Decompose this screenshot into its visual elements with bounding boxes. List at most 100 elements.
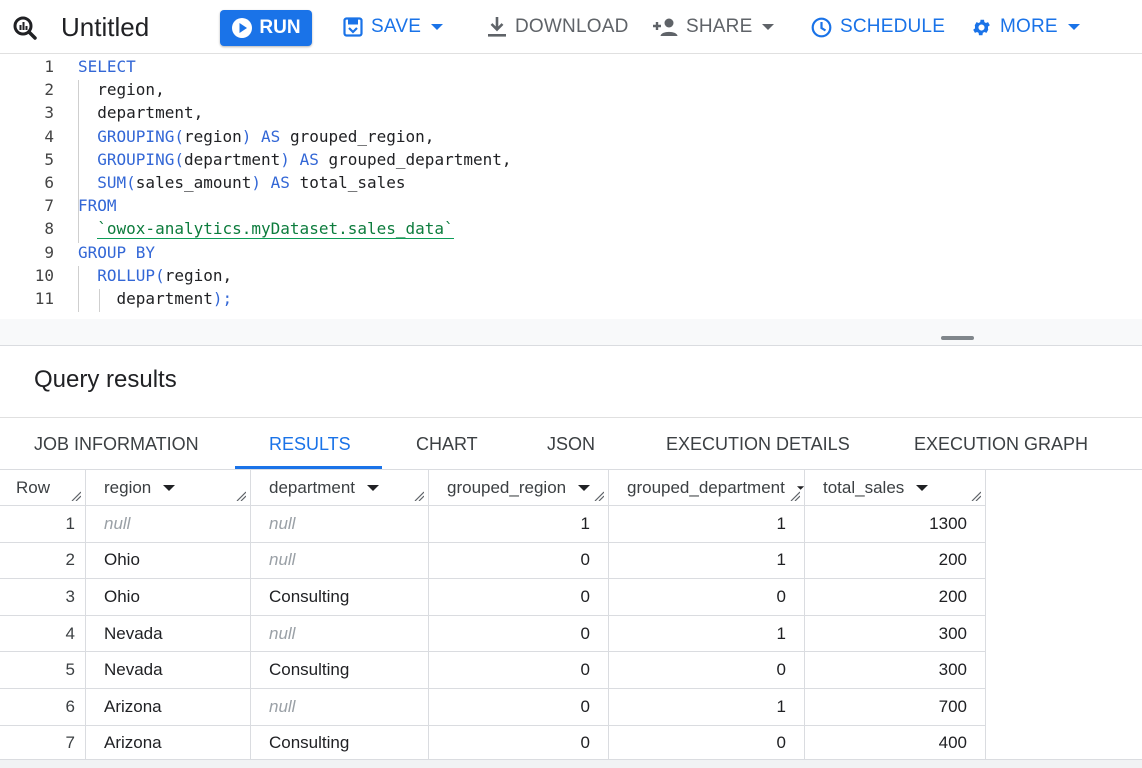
row-number[interactable]: 2 xyxy=(0,542,86,580)
table-cell[interactable]: null xyxy=(251,542,429,580)
tab-job-information[interactable]: JOB INFORMATION xyxy=(34,418,199,470)
column-header-label: grouped_region xyxy=(447,477,567,497)
column-header-row[interactable]: Row xyxy=(0,470,86,506)
horizontal-scrollbar[interactable] xyxy=(0,759,1142,768)
code-token: AS xyxy=(270,173,290,192)
table-cell[interactable]: Ohio xyxy=(86,542,251,580)
row-number[interactable]: 3 xyxy=(0,579,86,616)
table-cell[interactable]: 400 xyxy=(805,725,986,763)
column-header-region[interactable]: region xyxy=(86,470,251,506)
toolbar: Untitled RUN SAVE DOWNLOAD SHARE SCHEDUL… xyxy=(0,0,1142,54)
table-cell[interactable]: 0 xyxy=(429,615,609,653)
table-cell[interactable]: 0 xyxy=(429,542,609,580)
run-label: RUN xyxy=(259,17,301,38)
row-number[interactable]: 5 xyxy=(0,652,86,689)
code-token: department, xyxy=(78,103,204,123)
table-cell[interactable]: Consulting xyxy=(251,652,429,689)
table-cell[interactable]: Nevada xyxy=(86,652,251,689)
table-cell[interactable]: Consulting xyxy=(251,579,429,616)
table-cell[interactable]: 0 xyxy=(609,579,805,616)
more-button[interactable]: MORE xyxy=(971,0,1080,54)
download-icon xyxy=(488,17,506,37)
column-header-department[interactable]: department xyxy=(251,470,429,506)
table-cell[interactable]: 1 xyxy=(429,506,609,543)
schedule-button[interactable]: SCHEDULE xyxy=(811,0,945,54)
line-number: 1 xyxy=(44,57,54,76)
code-line[interactable]: region, xyxy=(78,80,164,99)
table-cell[interactable]: 0 xyxy=(609,652,805,689)
table-cell[interactable]: 0 xyxy=(609,725,805,763)
row-number[interactable]: 1 xyxy=(0,506,86,543)
code-line[interactable]: department, xyxy=(78,103,203,122)
table-cell[interactable]: 1300 xyxy=(805,506,986,543)
table-cell[interactable]: 0 xyxy=(429,652,609,689)
tab-results[interactable]: RESULTS xyxy=(269,418,351,470)
table-cell[interactable]: Arizona xyxy=(86,689,251,726)
table-cell[interactable]: 300 xyxy=(805,615,986,653)
gear-icon xyxy=(973,19,990,35)
table-cell[interactable]: null xyxy=(251,615,429,653)
table-cell[interactable]: 0 xyxy=(429,725,609,763)
table-cell[interactable]: 1 xyxy=(609,506,805,543)
tab-execution-graph[interactable]: EXECUTION GRAPH xyxy=(914,418,1088,470)
table-cell[interactable]: Consulting xyxy=(251,725,429,763)
table-cell[interactable]: 1 xyxy=(609,542,805,580)
column-resize-icon[interactable] xyxy=(969,489,981,501)
table-cell[interactable]: Arizona xyxy=(86,725,251,763)
download-button[interactable]: DOWNLOAD xyxy=(487,0,629,54)
column-resize-icon[interactable] xyxy=(412,489,424,501)
tab-json[interactable]: JSON xyxy=(547,418,595,470)
table-cell[interactable]: 1 xyxy=(609,689,805,726)
code-line[interactable]: ROLLUP(region, xyxy=(78,266,232,285)
column-resize-icon[interactable] xyxy=(788,489,800,501)
table-cell[interactable]: Nevada xyxy=(86,615,251,653)
row-number[interactable]: 7 xyxy=(0,725,86,763)
row-number[interactable]: 6 xyxy=(0,689,86,726)
table-cell[interactable]: 1 xyxy=(609,615,805,653)
sort-arrow-icon[interactable] xyxy=(578,484,591,492)
save-button[interactable]: SAVE xyxy=(343,0,444,54)
code-token: grouped_region, xyxy=(280,126,435,146)
table-cell[interactable]: 300 xyxy=(805,652,986,689)
resize-handle[interactable] xyxy=(941,336,974,340)
query-title[interactable]: Untitled xyxy=(61,12,149,43)
table-cell[interactable]: 200 xyxy=(805,579,986,616)
table-cell[interactable]: Ohio xyxy=(86,579,251,616)
tab-execution-details[interactable]: EXECUTION DETAILS xyxy=(666,418,850,470)
row-number[interactable]: 4 xyxy=(0,615,86,653)
sort-arrow-icon[interactable] xyxy=(916,484,929,492)
column-resize-icon[interactable] xyxy=(592,489,604,501)
table-cell[interactable]: 0 xyxy=(429,689,609,726)
table-cell[interactable]: null xyxy=(251,506,429,543)
table-cell[interactable]: 0 xyxy=(429,579,609,616)
code-line[interactable]: GROUPING(region) AS grouped_region, xyxy=(78,127,434,146)
code-line[interactable]: FROM xyxy=(78,196,117,215)
more-label: MORE xyxy=(1000,16,1058,37)
run-button[interactable]: RUN xyxy=(220,10,312,46)
code-line[interactable]: SUM(sales_amount) AS total_sales xyxy=(78,173,405,192)
table-cell[interactable]: 700 xyxy=(805,689,986,726)
sort-arrow-icon[interactable] xyxy=(163,484,176,492)
line-number: 5 xyxy=(44,149,54,169)
code-line[interactable]: `owox-analytics.myDataset.sales_data` xyxy=(78,219,454,240)
column-header-grouped-region[interactable]: grouped_region xyxy=(429,470,609,506)
sort-arrow-icon[interactable] xyxy=(367,484,379,492)
share-button[interactable]: SHARE xyxy=(652,0,775,54)
column-resize-icon[interactable] xyxy=(234,489,246,501)
bigquery-logo-icon xyxy=(13,16,37,40)
code-line[interactable]: GROUP BY xyxy=(78,243,155,262)
table-cell[interactable]: null xyxy=(251,689,429,726)
column-resize-icon[interactable] xyxy=(69,489,81,501)
code-line[interactable]: department); xyxy=(78,289,233,308)
sql-editor[interactable]: 1 2 3 4 5 6 7 8 9 10 11 SELECT region, department, … xyxy=(0,55,1142,319)
code-token: ); xyxy=(212,289,233,308)
code-line[interactable]: SELECT xyxy=(78,57,136,76)
column-header-grouped-department[interactable]: grouped_department xyxy=(609,470,805,506)
tab-chart[interactable]: CHART xyxy=(416,418,478,470)
code-line[interactable]: GROUPING(department) AS grouped_departme… xyxy=(78,150,511,169)
table-cell[interactable]: null xyxy=(86,506,251,543)
column-header-total-sales[interactable]: total_sales xyxy=(805,470,986,506)
table-cell[interactable]: 200 xyxy=(805,542,986,580)
